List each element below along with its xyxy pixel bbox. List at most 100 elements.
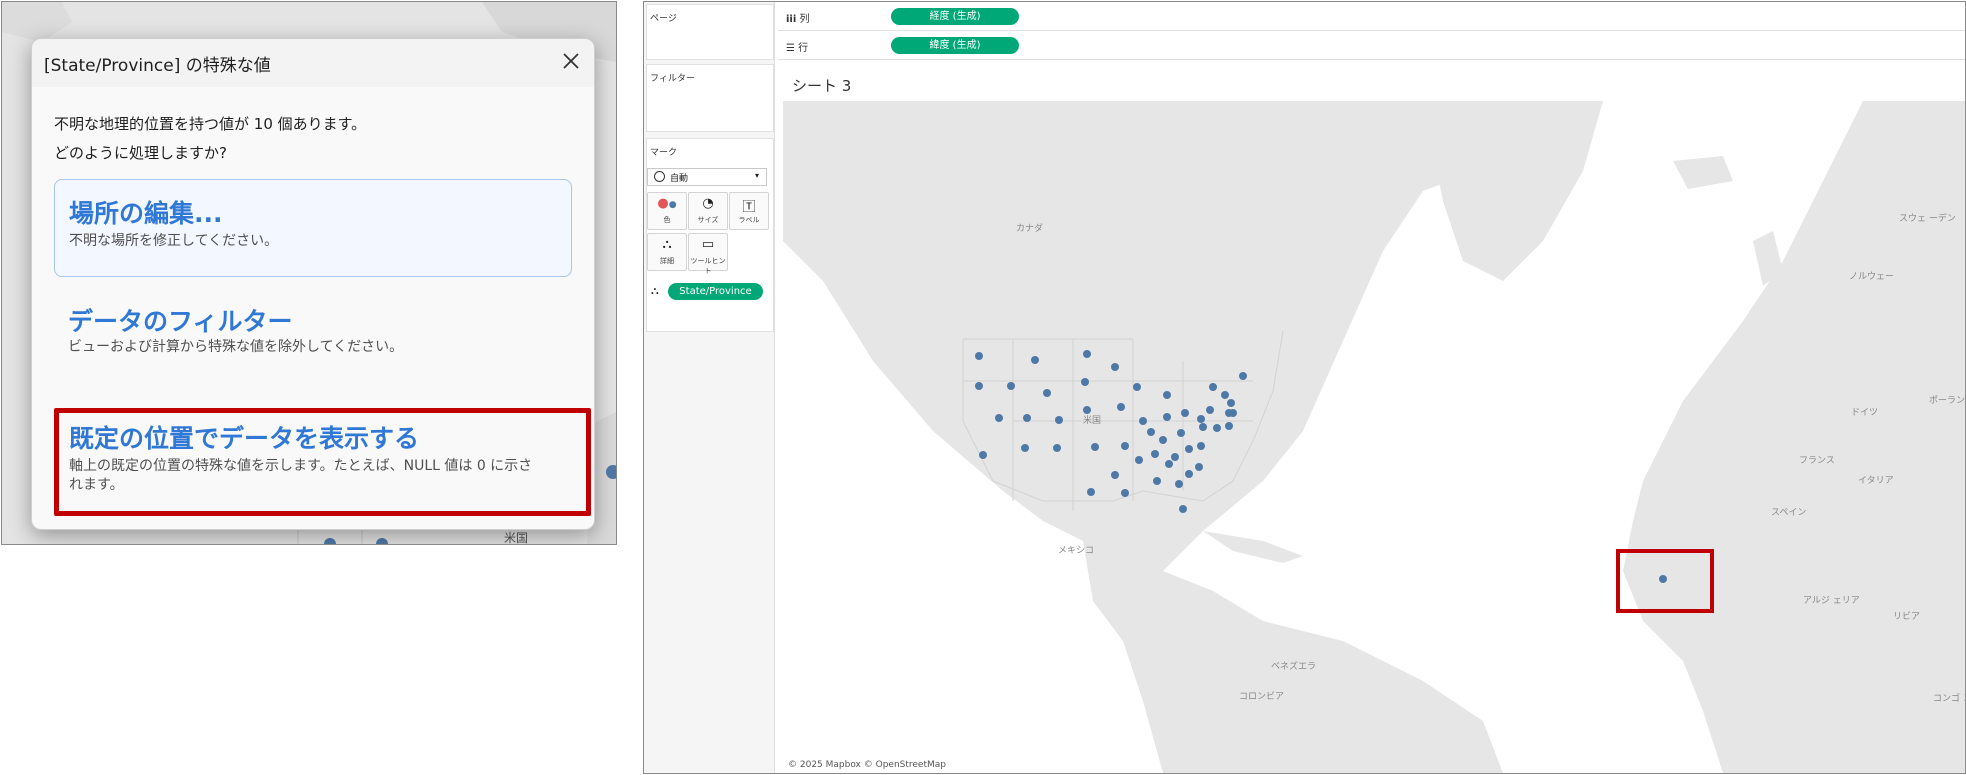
- map-label-mexico: メキシコ: [1058, 546, 1094, 556]
- size-mark-button[interactable]: ◔ サイズ: [688, 192, 728, 230]
- map-label-algeria: アルジ ェリア: [1803, 596, 1860, 606]
- state-point[interactable]: [1179, 505, 1187, 513]
- show-at-default-title: 既定の位置でデータを表示する: [69, 424, 420, 453]
- edit-locations-title: 場所の編集...: [69, 199, 223, 228]
- filters-label: フィルター: [650, 74, 695, 84]
- state-point[interactable]: [1031, 356, 1039, 364]
- special-values-dialog: [State/Province] の特殊な値 不明な地理的位置を持つ値が 10 …: [31, 38, 595, 530]
- rows-icon: ☰: [786, 43, 795, 54]
- map-label-sweden: スウェ ーデン: [1899, 212, 1956, 224]
- state-point[interactable]: [1195, 463, 1203, 471]
- state-point[interactable]: [1021, 444, 1029, 452]
- state-point[interactable]: [1153, 477, 1161, 485]
- state-point[interactable]: [1163, 413, 1171, 421]
- state-point[interactable]: [1091, 443, 1099, 451]
- state-point[interactable]: [1185, 470, 1193, 478]
- pages-card[interactable]: ページ: [646, 4, 774, 60]
- map-label-italy: イタリア: [1858, 475, 1894, 486]
- state-point[interactable]: [1209, 383, 1217, 391]
- state-point[interactable]: [1181, 409, 1189, 417]
- state-point[interactable]: [1159, 436, 1167, 444]
- map-label-norway: ノルウェー: [1849, 271, 1894, 282]
- state-point[interactable]: [1197, 415, 1205, 423]
- state-point[interactable]: [1055, 416, 1063, 424]
- columns-icon: iii: [786, 14, 797, 25]
- state-point[interactable]: [1083, 350, 1091, 358]
- state-point[interactable]: [1147, 428, 1155, 436]
- state-point[interactable]: [1007, 382, 1015, 390]
- state-point[interactable]: [1111, 471, 1119, 479]
- side-cards-column: ページ フィルター マーク 自動 ▾ ●● 色 ◔ サイズ 🅃 ラベル ⛬ 詳細: [644, 2, 775, 773]
- state-point[interactable]: [1083, 406, 1091, 414]
- label-mark-button[interactable]: 🅃 ラベル: [729, 192, 769, 230]
- state-point[interactable]: [1135, 456, 1143, 464]
- state-point[interactable]: [1177, 429, 1185, 437]
- show-at-default-position-option[interactable]: 既定の位置でデータを表示する 軸上の既定の位置の特殊な値を示します。たとえば、N…: [54, 408, 591, 516]
- sheet-title: シート 3: [792, 77, 852, 95]
- detail-mark-button[interactable]: ⛬ 詳細: [647, 233, 687, 271]
- show-at-default-desc-line1: 軸上の既定の位置の特殊な値を示します。たとえば、NULL 値は 0 に示さ: [69, 458, 533, 474]
- default-position-point[interactable]: [1659, 575, 1667, 583]
- state-point[interactable]: [1121, 489, 1129, 497]
- state-point[interactable]: [1225, 409, 1233, 417]
- filters-card[interactable]: フィルター: [646, 64, 774, 132]
- map-label-poland: ポーランド: [1929, 395, 1965, 406]
- rows-shelf[interactable]: ☰ 行 緯度 (生成): [778, 33, 1965, 60]
- state-point[interactable]: [1221, 391, 1229, 399]
- state-point[interactable]: [1111, 363, 1119, 371]
- color-label: 色: [663, 216, 671, 224]
- state-point[interactable]: [995, 414, 1003, 422]
- state-point[interactable]: [1175, 480, 1183, 488]
- state-point[interactable]: [1239, 372, 1247, 380]
- filter-data-option[interactable]: データのフィルター ビューおよび計算から特殊な値を除外してください。: [54, 292, 570, 384]
- state-point[interactable]: [1151, 450, 1159, 458]
- detail-label: 詳細: [660, 257, 674, 265]
- map-view[interactable]: カナダ 米国 メキシコ ベネズエラ コロンビア スウェ ーデン ノルウェー ポー…: [783, 101, 1965, 773]
- mark-type-value: 自動: [670, 174, 689, 184]
- size-icon: ◔: [702, 196, 714, 211]
- state-point[interactable]: [1165, 460, 1173, 468]
- edit-locations-option[interactable]: 場所の編集... 不明な場所を修正してください。: [54, 179, 572, 277]
- map-label-usa-left: 米国: [504, 531, 528, 544]
- state-province-pill[interactable]: State/Province: [668, 283, 763, 300]
- map-label-spain: スペイン: [1771, 508, 1806, 518]
- columns-shelf[interactable]: iii 列 経度 (生成): [778, 4, 1965, 31]
- longitude-pill[interactable]: 経度 (生成): [891, 8, 1019, 25]
- state-point[interactable]: [1199, 423, 1207, 431]
- state-point[interactable]: [1139, 417, 1147, 425]
- mark-type-dropdown[interactable]: 自動 ▾: [647, 168, 767, 186]
- state-point[interactable]: [1197, 442, 1205, 450]
- close-icon[interactable]: [557, 47, 585, 75]
- state-point[interactable]: [1206, 406, 1214, 414]
- show-at-default-desc-line2: れます。: [69, 477, 124, 493]
- state-point[interactable]: [975, 382, 983, 390]
- marks-label: マーク: [650, 148, 678, 158]
- map-label-colombia: コロンビア: [1239, 691, 1284, 702]
- map-label-congo: コンゴ ンシャ: [1933, 692, 1965, 704]
- dialog-prompt-line2: どのように処理しますか?: [54, 144, 227, 162]
- state-point[interactable]: [1087, 488, 1095, 496]
- state-point[interactable]: [979, 451, 987, 459]
- color-mark-button[interactable]: ●● 色: [647, 192, 687, 230]
- state-point[interactable]: [1213, 424, 1221, 432]
- map-canvas[interactable]: カナダ 米国 メキシコ ベネズエラ コロンビア スウェ ーデン ノルウェー ポー…: [783, 101, 1965, 773]
- state-point[interactable]: [1081, 378, 1089, 386]
- state-point[interactable]: [1133, 383, 1141, 391]
- state-point[interactable]: [1121, 442, 1129, 450]
- tooltip-mark-button[interactable]: ▭ ツールヒント: [688, 233, 728, 275]
- state-point[interactable]: [1185, 445, 1193, 453]
- latitude-pill[interactable]: 緯度 (生成): [891, 37, 1019, 54]
- state-point[interactable]: [1117, 403, 1125, 411]
- detail-icon: ⛬: [662, 237, 672, 252]
- state-point[interactable]: [1171, 453, 1179, 461]
- state-point[interactable]: [1163, 391, 1171, 399]
- state-point[interactable]: [1043, 389, 1051, 397]
- map-label-venezuela: ベネズエラ: [1271, 660, 1316, 672]
- state-point[interactable]: [1023, 414, 1031, 422]
- tooltip-icon: ▭: [701, 237, 715, 252]
- dialog-body: 不明な地理的位置を持つ値が 10 個あります。 どのように処理しますか? 場所の…: [32, 87, 594, 529]
- state-point[interactable]: [1053, 444, 1061, 452]
- state-point[interactable]: [1227, 399, 1235, 407]
- state-point[interactable]: [975, 352, 983, 360]
- state-point[interactable]: [1225, 422, 1233, 430]
